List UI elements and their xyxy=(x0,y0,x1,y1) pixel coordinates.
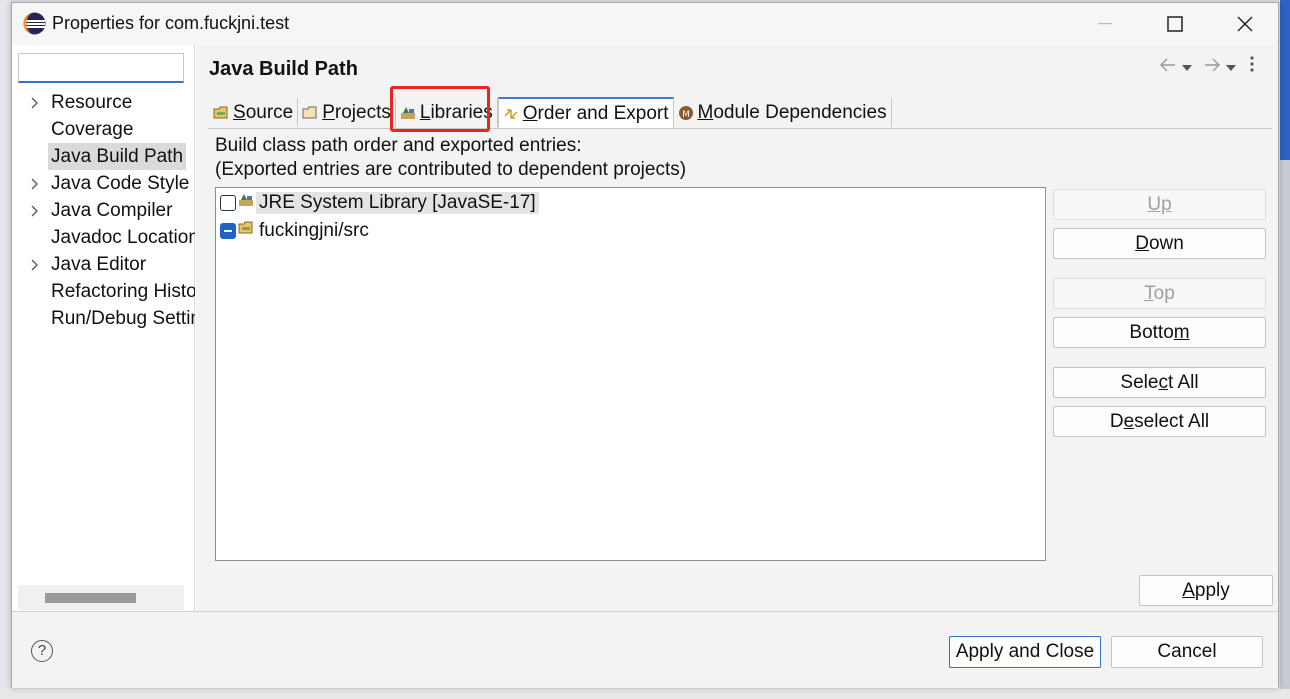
entry-label: fuckingjni/src xyxy=(259,220,369,241)
description-note: (Exported entries are contributed to dep… xyxy=(215,159,687,180)
bottom-button[interactable]: Bottom xyxy=(1053,317,1266,348)
source-folder-icon xyxy=(238,220,254,242)
back-arrow-icon[interactable] xyxy=(1160,56,1176,78)
sidebar-item-label: Java Compiler xyxy=(51,200,173,221)
apply-and-close-button[interactable]: Apply and Close xyxy=(949,636,1101,668)
sidebar-horizontal-scrollbar[interactable] xyxy=(18,585,184,610)
tab-projects[interactable]: Projects xyxy=(298,98,396,127)
chevron-right-icon[interactable] xyxy=(28,170,42,197)
sidebar-item-coverage[interactable]: Coverage xyxy=(12,116,195,143)
apply-button[interactable]: Apply xyxy=(1139,575,1273,606)
background-bottom xyxy=(0,689,1290,699)
properties-dialog: Properties for com.fuckjni.test Resource… xyxy=(11,2,1279,688)
background-scrollbar xyxy=(1280,0,1290,699)
more-options-icon[interactable] xyxy=(1250,56,1254,78)
build-path-tabs: Source Projects Libraries Order and Expo… xyxy=(209,97,892,128)
top-button[interactable]: Top xyxy=(1053,278,1266,309)
maximize-button[interactable] xyxy=(1145,3,1205,45)
tab-label: Module Dependencies xyxy=(697,101,887,123)
cancel-button[interactable]: Cancel xyxy=(1111,636,1263,668)
export-checkbox[interactable] xyxy=(220,195,236,211)
sidebar-item-label: Run/Debug Settings xyxy=(51,308,195,329)
list-item[interactable]: JRE System Library [JavaSE-17] xyxy=(220,190,539,216)
description-text: Build class path order and exported entr… xyxy=(215,135,582,156)
tab-module-dependencies[interactable]: M Module Dependencies xyxy=(673,98,892,127)
list-item[interactable]: fuckingjni/src xyxy=(220,218,372,244)
minimize-icon xyxy=(1098,23,1112,25)
page-title: Java Build Path xyxy=(209,58,358,80)
sidebar-item-run-debug-settings[interactable]: Run/Debug Settings xyxy=(12,305,195,332)
svg-text:M: M xyxy=(682,110,690,120)
sidebar-item-java-editor[interactable]: Java Editor xyxy=(12,251,195,278)
tab-label: Source xyxy=(233,101,294,123)
libraries-tab-highlight xyxy=(390,86,490,132)
title-bar: Properties for com.fuckjni.test xyxy=(12,3,1278,45)
sidebar-item-label: Refactoring History xyxy=(51,281,195,302)
back-dropdown-icon[interactable] xyxy=(1182,56,1192,78)
sidebar-item-label: Resource xyxy=(51,92,133,113)
tab-label: Projects xyxy=(322,101,391,123)
sidebar-item-javadoc-location[interactable]: Javadoc Location xyxy=(12,224,195,251)
sidebar: Resource Coverage Java Build Path Java C… xyxy=(12,45,195,611)
forward-arrow-icon[interactable] xyxy=(1204,56,1220,78)
chevron-right-icon[interactable] xyxy=(28,89,42,116)
projects-icon xyxy=(302,105,318,121)
filter-input[interactable] xyxy=(18,53,184,83)
tab-source[interactable]: Source xyxy=(209,98,299,127)
library-icon xyxy=(238,192,254,214)
sidebar-item-label: Javadoc Location xyxy=(51,227,195,248)
export-checkbox[interactable] xyxy=(220,223,236,239)
select-all-button[interactable]: Select All xyxy=(1053,367,1266,398)
sidebar-item-resource[interactable]: Resource xyxy=(12,89,195,116)
tab-order-and-export[interactable]: Order and Export xyxy=(497,97,674,128)
classpath-entries-list[interactable]: JRE System Library [JavaSE-17] fuckingjn… xyxy=(215,187,1046,561)
sidebar-item-label: Java Build Path xyxy=(48,143,187,170)
forward-dropdown-icon[interactable] xyxy=(1226,56,1236,78)
help-icon[interactable]: ? xyxy=(31,640,53,662)
sidebar-item-label: Java Code Style xyxy=(51,173,190,194)
close-button[interactable] xyxy=(1215,3,1275,45)
preference-tree: Resource Coverage Java Build Path Java C… xyxy=(12,89,195,332)
chevron-right-icon[interactable] xyxy=(28,251,42,278)
down-button[interactable]: Down xyxy=(1053,228,1266,259)
source-folder-icon xyxy=(213,105,229,121)
module-icon: M xyxy=(678,105,694,121)
sidebar-item-label: Java Editor xyxy=(51,254,147,275)
scrollbar-thumb[interactable] xyxy=(45,593,136,603)
sidebar-item-java-build-path[interactable]: Java Build Path xyxy=(12,143,195,170)
sidebar-item-java-code-style[interactable]: Java Code Style xyxy=(12,170,195,197)
window-title: Properties for com.fuckjni.test xyxy=(52,13,290,33)
sidebar-item-refactoring-history[interactable]: Refactoring History xyxy=(12,278,195,305)
page-navigation xyxy=(1160,56,1254,78)
sidebar-item-java-compiler[interactable]: Java Compiler xyxy=(12,197,195,224)
minimize-button[interactable] xyxy=(1075,3,1135,45)
maximize-icon xyxy=(1167,16,1183,32)
close-icon xyxy=(1237,16,1253,32)
entry-label: JRE System Library [JavaSE-17] xyxy=(256,192,539,214)
order-export-icon xyxy=(503,106,519,122)
order-export-panel: Build class path order and exported entr… xyxy=(208,128,1272,568)
main-panel: Java Build Path Source Projects Librarie… xyxy=(196,45,1278,611)
deselect-all-button[interactable]: Deselect All xyxy=(1053,406,1266,437)
dialog-button-bar: ? Apply and Close Cancel xyxy=(12,611,1278,688)
eclipse-logo-icon xyxy=(23,12,46,35)
sidebar-item-label: Coverage xyxy=(51,119,134,140)
up-button[interactable]: Up xyxy=(1053,189,1266,220)
tab-label: Order and Export xyxy=(522,102,669,124)
chevron-right-icon[interactable] xyxy=(28,197,42,224)
